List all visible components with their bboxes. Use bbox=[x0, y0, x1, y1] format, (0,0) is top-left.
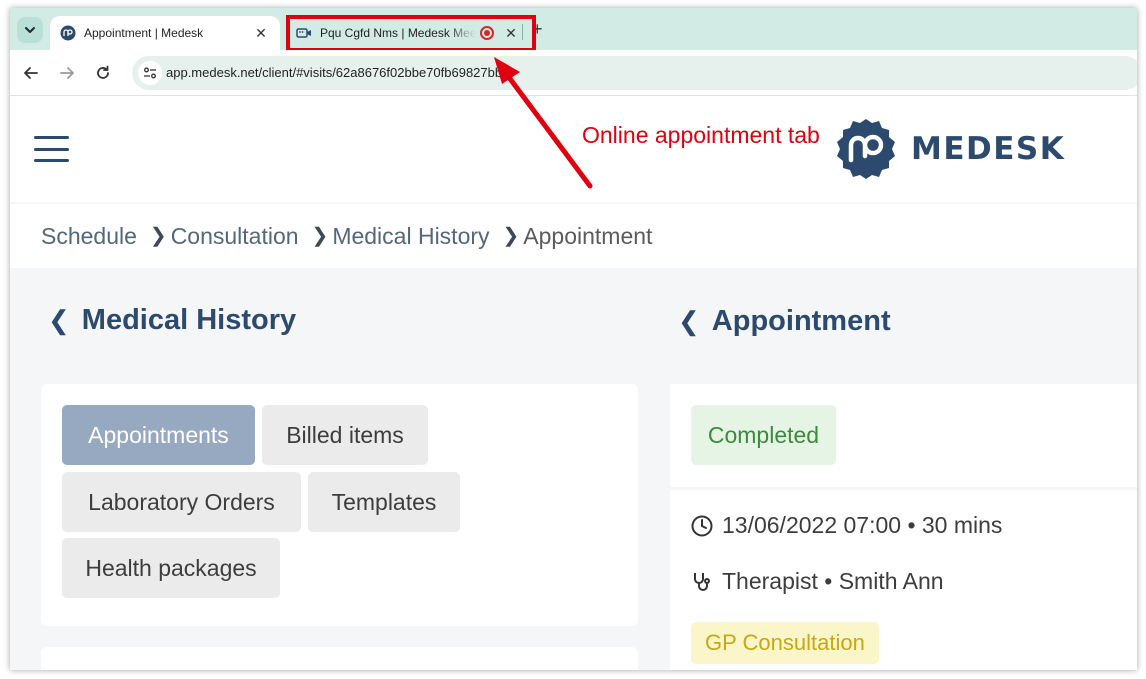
breadcrumb-consultation[interactable]: Consultation bbox=[171, 223, 299, 250]
back-button[interactable] bbox=[20, 62, 42, 84]
breadcrumb-medical-history[interactable]: Medical History bbox=[332, 223, 489, 250]
staff-text: Therapist • Smith Ann bbox=[722, 568, 944, 594]
medesk-favicon-icon bbox=[60, 25, 76, 41]
appointment-title: Appointment bbox=[711, 305, 891, 337]
url-text: app.medesk.net/client/#visits/62a8676f02… bbox=[166, 65, 503, 80]
chevron-right-icon: ❯ bbox=[311, 224, 329, 247]
stethoscope-icon bbox=[690, 570, 714, 594]
appointment-staff: Therapist • Smith Ann bbox=[690, 568, 944, 595]
appointments-list-card bbox=[41, 647, 638, 670]
tab-appointments[interactable]: Appointments bbox=[62, 405, 255, 465]
medical-history-title: Medical History bbox=[81, 304, 297, 336]
appointment-type-badge: GP Consultation bbox=[691, 622, 879, 664]
breadcrumb-schedule[interactable]: Schedule bbox=[41, 223, 137, 250]
annotation-highlight-box bbox=[286, 15, 536, 52]
app-header: MEDESK bbox=[10, 96, 1137, 202]
reload-button[interactable] bbox=[92, 62, 114, 84]
appointment-datetime: 13/06/2022 07:00 • 30 mins bbox=[690, 512, 1002, 539]
medesk-logo: MEDESK bbox=[835, 118, 1065, 180]
reload-icon bbox=[97, 65, 109, 79]
site-info-icon[interactable] bbox=[138, 61, 162, 85]
appointment-heading: ❮ Appointment bbox=[678, 305, 891, 338]
tab-strip: Appointment | Medesk ✕ Pqu Cgfd Nms | Me… bbox=[10, 8, 1137, 52]
tab-title: Appointment | Medesk bbox=[84, 26, 204, 40]
appointment-status-card: Completed bbox=[670, 384, 1137, 487]
chevron-left-icon[interactable]: ❮ bbox=[678, 306, 700, 337]
forward-button[interactable] bbox=[56, 62, 78, 84]
arrow-right-icon bbox=[60, 67, 74, 79]
chevron-down-icon bbox=[25, 27, 35, 33]
annotation-label: Online appointment tab bbox=[582, 122, 820, 148]
breadcrumb-appointment: Appointment bbox=[523, 222, 653, 249]
tab-close-button[interactable]: ✕ bbox=[252, 25, 270, 42]
browser-window: Appointment | Medesk ✕ Pqu Cgfd Nms | Me… bbox=[10, 8, 1137, 670]
chevron-right-icon: ❯ bbox=[502, 224, 520, 247]
tab-templates[interactable]: Templates bbox=[308, 472, 460, 532]
browser-toolbar: app.medesk.net/client/#visits/62a8676f02… bbox=[10, 50, 1137, 96]
tab-search-button[interactable] bbox=[17, 17, 43, 43]
datetime-text: 13/06/2022 07:00 • 30 mins bbox=[722, 512, 1003, 538]
status-badge: Completed bbox=[691, 405, 836, 465]
medical-history-tabs-card: Appointments Billed items Laboratory Ord… bbox=[41, 384, 638, 626]
chevron-right-icon: ❯ bbox=[149, 224, 167, 247]
medesk-logo-icon bbox=[837, 119, 895, 179]
breadcrumb: Schedule ❯ Consultation ❯ Medical Histor… bbox=[10, 204, 1137, 268]
tab-billed-items[interactable]: Billed items bbox=[262, 405, 428, 465]
tab-health-packages[interactable]: Health packages bbox=[62, 538, 280, 598]
tab-laboratory-orders[interactable]: Laboratory Orders bbox=[62, 472, 301, 532]
arrow-left-icon bbox=[24, 67, 38, 79]
chevron-left-icon[interactable]: ❮ bbox=[48, 305, 70, 336]
address-bar[interactable]: app.medesk.net/client/#visits/62a8676f02… bbox=[132, 56, 1137, 90]
hamburger-menu-icon[interactable] bbox=[34, 136, 69, 162]
clock-icon bbox=[690, 514, 714, 538]
appointment-details-card: 13/06/2022 07:00 • 30 mins Therapist • S… bbox=[670, 490, 1137, 670]
medical-history-heading: ❮ Medical History bbox=[48, 304, 296, 337]
tab-appointment[interactable]: Appointment | Medesk ✕ bbox=[50, 16, 280, 50]
brand-name: MEDESK bbox=[911, 131, 1066, 167]
